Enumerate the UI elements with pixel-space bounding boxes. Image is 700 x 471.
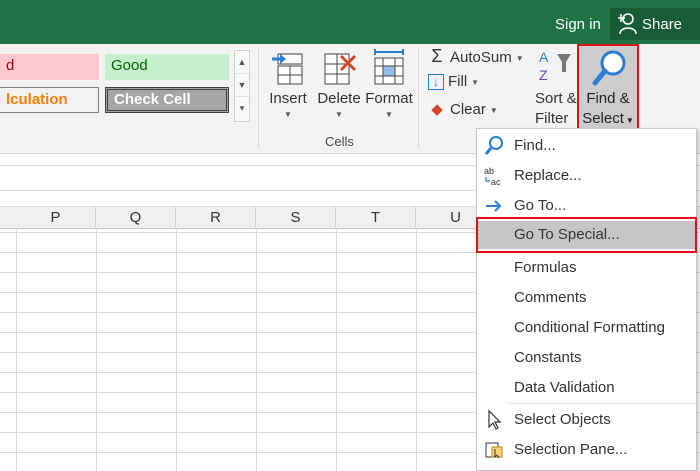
clear-dropdown-icon: ▼	[489, 105, 498, 115]
cells-group-label: Cells	[325, 134, 354, 149]
group-separator	[418, 48, 419, 148]
column-header-r[interactable]: R	[176, 207, 256, 229]
style-calculation[interactable]: lculation	[0, 87, 99, 113]
svg-text:ab: ab	[484, 166, 494, 176]
delete-dropdown-icon: ▼	[335, 110, 343, 119]
find-select-label-2: Select ▼	[582, 110, 634, 127]
insert-cells-icon	[272, 53, 303, 85]
delete-label: Delete	[317, 90, 361, 107]
delete-cells-icon	[324, 53, 357, 85]
selection-pane-icon	[485, 442, 503, 459]
menu-item-formulas[interactable]: Formulas	[477, 254, 696, 282]
goto-special-highlight-box	[476, 217, 697, 253]
fill-label: Fill	[448, 73, 468, 90]
arrow-right-icon	[486, 200, 502, 212]
svg-text:ac: ac	[491, 177, 501, 187]
menu-item-comments[interactable]: Comments	[477, 284, 696, 312]
find-select-dropdown-icon: ▼	[625, 116, 634, 125]
style-bad[interactable]: d	[0, 54, 99, 80]
pointer-icon	[488, 409, 502, 430]
gallery-up-icon[interactable]: ▲	[235, 51, 249, 74]
menu-item-select-objects[interactable]: Select Objects	[477, 406, 696, 434]
menu-item-constants[interactable]: Constants	[477, 344, 696, 372]
sigma-icon: Σ	[431, 46, 443, 66]
style-check-cell[interactable]: Check Cell	[105, 87, 229, 113]
title-bar: Sign in Share	[0, 0, 700, 44]
menu-item-data-validation[interactable]: Data Validation	[477, 374, 696, 402]
find-select-label-1: Find &	[586, 90, 630, 107]
find-select-menu: Find... ab ac Replace... Go To... Go To S…	[476, 128, 697, 471]
find-icon	[484, 136, 503, 155]
format-dropdown-icon: ▼	[385, 110, 393, 119]
fill-down-icon: ↓	[428, 74, 444, 90]
menu-item-selection-pane[interactable]: Selection Pane...	[477, 436, 696, 464]
fill-button[interactable]: ↓ Fill ▼	[428, 73, 488, 95]
menu-item-find[interactable]: Find...	[477, 132, 696, 160]
format-button[interactable]: Format ▼	[364, 44, 414, 130]
autosum-label: AutoSum	[450, 49, 512, 66]
add-person-icon	[618, 13, 637, 35]
clear-label: Clear	[450, 101, 486, 118]
share-label: Share	[642, 16, 683, 33]
sort-filter-label-1: Sort &	[535, 90, 577, 107]
eraser-icon: ◆	[431, 101, 443, 118]
style-good[interactable]: Good	[105, 54, 229, 80]
autosum-dropdown-icon: ▼	[515, 53, 524, 63]
format-cells-icon	[374, 49, 404, 85]
column-header-q[interactable]: Q	[96, 207, 176, 229]
svg-text:A: A	[539, 49, 549, 65]
menu-item-conditional-formatting[interactable]: Conditional Formatting	[477, 314, 696, 342]
column-header-t[interactable]: T	[336, 207, 416, 229]
group-separator	[258, 48, 259, 148]
insert-dropdown-icon: ▼	[284, 110, 292, 119]
find-select-button[interactable]: Find & Select ▼	[577, 44, 639, 130]
svg-text:Z: Z	[539, 67, 548, 83]
styles-gallery-scroll[interactable]: ▲ ▼ ▾	[234, 50, 250, 122]
column-header-s[interactable]: S	[256, 207, 336, 229]
gallery-more-icon[interactable]: ▾	[235, 97, 249, 120]
menu-item-replace[interactable]: ab ac Replace...	[477, 162, 696, 190]
clear-button[interactable]: ◆ Clear ▼	[428, 100, 498, 122]
format-label: Format	[365, 90, 413, 107]
share-button[interactable]: Share	[610, 8, 700, 40]
menu-item-goto[interactable]: Go To...	[477, 192, 696, 220]
insert-button[interactable]: Insert ▼	[264, 44, 312, 130]
gallery-down-icon[interactable]: ▼	[235, 74, 249, 97]
menu-separator	[507, 403, 696, 404]
insert-label: Insert	[269, 90, 307, 107]
replace-icon: abac	[484, 166, 501, 187]
excel-window: Sign in Share d Good lculation Check Cel…	[0, 0, 700, 471]
column-header-p[interactable]: P	[16, 207, 96, 229]
sort-filter-icon: A Z	[539, 49, 571, 83]
autosum-button[interactable]: Σ AutoSum ▼	[428, 46, 528, 68]
fill-dropdown-icon: ▼	[471, 77, 480, 87]
magnifier-icon	[592, 50, 626, 86]
delete-button[interactable]: Delete ▼	[314, 44, 364, 130]
sort-filter-button[interactable]: A Z Sort & Filter	[533, 46, 577, 130]
sort-filter-label-2: Filter	[535, 110, 569, 127]
sign-in-link[interactable]: Sign in	[555, 16, 601, 33]
